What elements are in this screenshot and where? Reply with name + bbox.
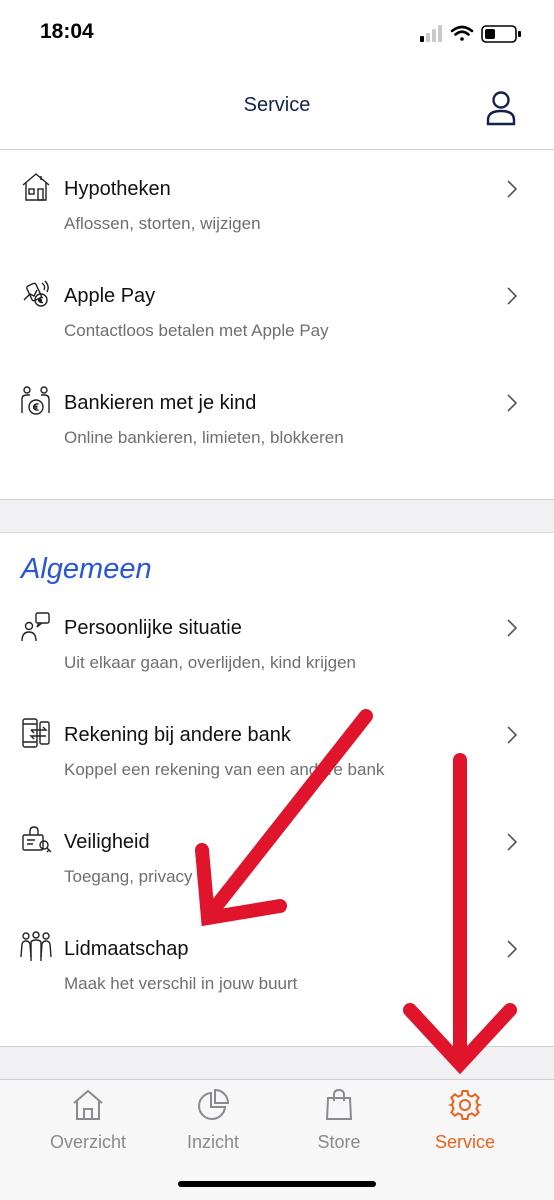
house-icon [22, 173, 50, 201]
chevron-right-icon [507, 833, 518, 851]
shopping-bag-icon [325, 1088, 353, 1120]
item-subtitle: Maak het verschil in jouw buurt [64, 974, 298, 993]
list-item-rekening-bij-andere-bank[interactable]: Rekening bij andere bank Koppel een reke… [0, 689, 554, 796]
item-subtitle: Toegang, privacy [64, 867, 193, 886]
list-item-persoonlijke-situatie[interactable]: Persoonlijke situatie Uit elkaar gaan, o… [0, 582, 554, 689]
tab-service[interactable]: Service [405, 1088, 525, 1153]
chevron-right-icon [507, 940, 518, 958]
status-bar: 18:04 [0, 0, 554, 66]
phone-transfer-icon [22, 718, 50, 748]
parent-child-euro-icon [21, 386, 50, 415]
item-title: Veiligheid [64, 831, 150, 853]
chevron-right-icon [507, 726, 518, 744]
home-indicator [178, 1181, 376, 1187]
item-title: Lidmaatschap [64, 938, 189, 960]
home-icon [73, 1089, 103, 1120]
chevron-right-icon [507, 394, 518, 412]
chevron-right-icon [507, 619, 518, 637]
person-icon[interactable] [486, 90, 516, 126]
chevron-right-icon [507, 287, 518, 305]
service-list-top: Hypotheken Aflossen, storten, wijzigen A… [0, 143, 554, 464]
status-icons [420, 25, 521, 43]
list-item-veiligheid[interactable]: Veiligheid Toegang, privacy [0, 796, 554, 903]
gear-icon [448, 1090, 482, 1120]
cellular-signal-icon [420, 25, 442, 42]
tab-label: Service [434, 1132, 496, 1152]
item-title: Rekening bij andere bank [64, 724, 291, 746]
item-subtitle: Online bankieren, limieten, blokkeren [64, 428, 344, 447]
list-item-bankieren-met-je-kind[interactable]: Bankieren met je kind Online bankieren, … [0, 357, 554, 464]
person-speech-icon [21, 612, 50, 642]
service-list-algemeen: Persoonlijke situatie Uit elkaar gaan, o… [0, 582, 554, 1010]
wifi-icon [450, 25, 474, 41]
list-item-hypotheken[interactable]: Hypotheken Aflossen, storten, wijzigen [0, 143, 554, 250]
list-item-apple-pay[interactable]: Apple Pay Contactloos betalen met Apple … [0, 250, 554, 357]
bottom-separator [0, 1046, 554, 1080]
item-subtitle: Koppel een rekening van een andere bank [64, 760, 385, 779]
pie-chart-icon [198, 1088, 230, 1120]
item-title: Bankieren met je kind [64, 392, 257, 414]
tab-label: Store [317, 1132, 361, 1152]
list-item-lidmaatschap[interactable]: Lidmaatschap Maak het verschil in jouw b… [0, 903, 554, 1010]
lock-key-icon [22, 826, 52, 853]
page-title: Service [243, 94, 311, 116]
chevron-right-icon [507, 180, 518, 198]
item-title: Apple Pay [64, 285, 156, 307]
tab-overzicht[interactable]: Overzicht [28, 1088, 148, 1153]
item-subtitle: Contactloos betalen met Apple Pay [64, 321, 329, 340]
battery-icon [481, 25, 521, 43]
tab-label: Inzicht [186, 1132, 240, 1152]
item-title: Persoonlijke situatie [64, 617, 242, 639]
item-subtitle: Aflossen, storten, wijzigen [64, 214, 261, 233]
group-people-icon [20, 931, 52, 961]
tab-label: Overzicht [49, 1132, 127, 1152]
contactless-pay-icon [23, 280, 49, 307]
tab-inzicht[interactable]: Inzicht [153, 1088, 273, 1153]
tab-store[interactable]: Store [279, 1088, 399, 1153]
item-subtitle: Uit elkaar gaan, overlijden, kind krijge… [64, 653, 356, 672]
header: Service [0, 66, 554, 150]
item-title: Hypotheken [64, 178, 171, 200]
status-time: 18:04 [40, 20, 94, 43]
section-separator [0, 499, 554, 533]
